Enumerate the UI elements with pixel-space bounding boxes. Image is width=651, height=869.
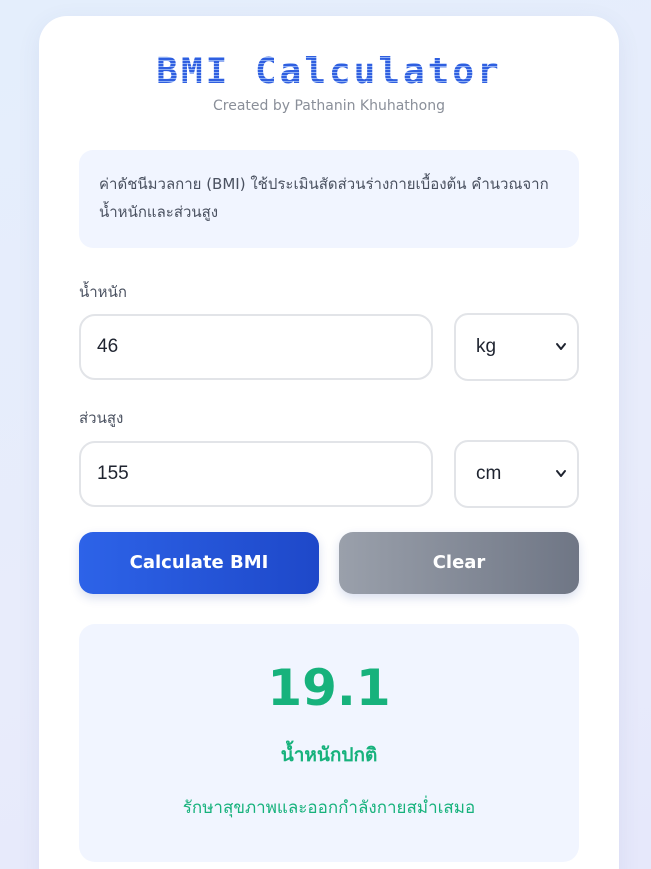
app-subtitle: Created by Pathanin Khuhathong — [213, 98, 445, 114]
info-box: ค่าดัชนีมวลกาย (BMI) ใช้ประเมินสัดส่วนร่… — [79, 150, 579, 248]
bmi-advice: รักษาสุขภาพและออกกำลังกายสม่ำเสมอ — [182, 798, 476, 818]
height-unit-value: cm — [476, 463, 502, 484]
height-label: ส่วนสูง — [79, 409, 124, 427]
bmi-card: BMI Calculator Created by Pathanin Khuha… — [39, 16, 619, 869]
app-title: BMI Calculator — [39, 52, 619, 92]
calculate-bmi-button[interactable]: Calculate BMI — [79, 532, 319, 594]
chevron-down-icon — [556, 470, 566, 477]
chevron-down-icon — [556, 343, 566, 350]
info-text: ค่าดัชนีมวลกาย (BMI) ใช้ประเมินสัดส่วนร่… — [99, 175, 549, 221]
weight-unit-select[interactable]: kg — [454, 313, 579, 381]
weight-unit-value: kg — [476, 336, 497, 357]
height-input[interactable]: 155 — [79, 441, 433, 507]
result-panel: 19.1 น้ำหนักปกติ รักษาสุขภาพและออกกำลังก… — [79, 624, 579, 862]
height-unit-select[interactable]: cm — [454, 440, 579, 508]
clear-button[interactable]: Clear — [339, 532, 579, 594]
weight-label: น้ำหนัก — [79, 283, 127, 301]
weight-input[interactable]: 46 — [79, 314, 433, 380]
bmi-category: น้ำหนักปกติ — [280, 744, 378, 766]
bmi-value: 19.1 — [267, 659, 391, 717]
